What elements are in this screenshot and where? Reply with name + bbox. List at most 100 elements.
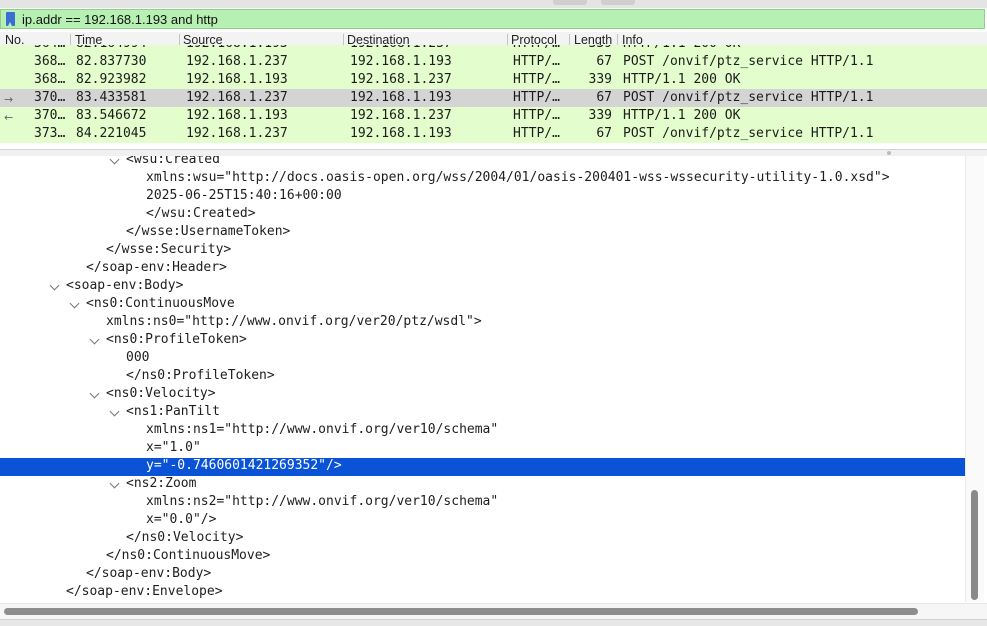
packet-source-cell: 192.168.1.237 — [186, 90, 288, 105]
detail-line-text: </ns0:ContinuousMove> — [106, 548, 271, 563]
packet-length-cell: 339 — [588, 72, 612, 87]
chevron-down-icon[interactable] — [89, 334, 100, 345]
packet-info-cell: POST /onvif/ptz_service HTTP/1.1 — [623, 90, 874, 105]
chevron-down-icon[interactable] — [49, 280, 60, 291]
packet-protocol-cell: HTTP/… — [513, 54, 560, 69]
packet-source-cell: 192.168.1.237 — [186, 126, 288, 141]
packet-length-cell: 67 — [596, 126, 612, 141]
detail-line[interactable]: </ns0:Velocity> — [0, 530, 965, 548]
packet-no-cell: 370… — [34, 108, 66, 123]
detail-line-text: </wsse:Security> — [106, 242, 232, 257]
packet-row[interactable]: 368… 82.837730 192.168.1.237 192.168.1.193 H… — [0, 53, 987, 71]
packet-length-cell: 339 — [588, 108, 612, 123]
packet-destination-cell: 192.168.1.237 — [350, 72, 452, 87]
packet-row[interactable]: 373… 84.221045 192.168.1.237 192.168.1.193 H… — [0, 125, 987, 143]
display-filter-bar[interactable]: ip.addr == 192.168.1.193 and http — [0, 9, 985, 29]
detail-line[interactable]: xmlns:wsu="http://docs.oasis-open.org/ws… — [0, 170, 965, 188]
detail-line-text: </wsse:UsernameToken> — [126, 224, 291, 239]
chevron-down-icon[interactable] — [109, 478, 120, 489]
detail-line-text: </ns0:ProfileToken> — [126, 368, 275, 383]
detail-line-text: </ns0:Velocity> — [126, 530, 244, 545]
chevron-down-icon[interactable] — [109, 406, 120, 417]
packet-time-cell: 82.837730 — [76, 54, 147, 69]
detail-line-text: <soap-env:Body> — [66, 278, 184, 293]
detail-line[interactable]: x="1.0" — [0, 440, 965, 458]
horizontal-scroll-thumb[interactable] — [4, 608, 918, 615]
detail-line[interactable]: </ns0:ContinuousMove> — [0, 548, 965, 566]
detail-line[interactable]: </ns0:ProfileToken> — [0, 368, 965, 386]
detail-line[interactable]: 2025-06-25T15:40:16+00:00 — [0, 188, 965, 206]
detail-line-text: xmlns:ns2="http://www.onvif.org/ver10/sc… — [146, 494, 499, 509]
detail-line[interactable]: <ns0:ProfileToken> — [0, 332, 965, 350]
detail-line[interactable]: xmlns:ns0="http://www.onvif.org/ver20/pt… — [0, 314, 965, 332]
detail-line-text: <ns0:ContinuousMove — [86, 296, 235, 311]
detail-line[interactable]: <wsu:Created — [0, 156, 965, 170]
packet-protocol-cell: HTTP/… — [513, 45, 560, 51]
detail-line-text: <ns1:PanTilt — [126, 404, 220, 419]
packet-info-cell: HTTP/1.1 200 OK — [623, 45, 740, 51]
detail-line-selected[interactable]: y="-0.7460601421269352"/> — [0, 458, 965, 476]
packet-no-cell: 373… — [34, 126, 66, 141]
detail-line-text: </soap-env:Body> — [86, 566, 212, 581]
toolbar-handle — [601, 0, 635, 5]
chevron-down-icon[interactable] — [109, 156, 120, 165]
detail-line-text: <wsu:Created — [126, 156, 220, 167]
detail-line-text: </wsu:Created> — [146, 206, 256, 221]
detail-line-text: xmlns:ns1="http://www.onvif.org/ver10/sc… — [146, 422, 499, 437]
packet-source-cell: 192.168.1.193 — [186, 108, 288, 123]
display-filter-input[interactable]: ip.addr == 192.168.1.193 and http — [22, 12, 218, 27]
detail-line-text: x="1.0" — [146, 440, 201, 455]
packet-row[interactable]: 370… 83.433581 192.168.1.237 192.168.1.193 H… — [0, 89, 987, 107]
packet-protocol-cell: HTTP/… — [513, 108, 560, 123]
packet-length-cell: 339 — [572, 45, 612, 51]
detail-line[interactable]: xmlns:ns2="http://www.onvif.org/ver10/sc… — [0, 494, 965, 512]
bookmark-icon[interactable] — [6, 12, 15, 26]
detail-line-text: 000 — [126, 350, 150, 365]
packet-details-tree[interactable]: <wsu:Created xmlns:wsu="http://docs.oasis… — [0, 156, 987, 604]
detail-line[interactable]: <ns2:Zoom — [0, 476, 965, 494]
toolbar-strip — [0, 0, 987, 8]
packet-row[interactable]: 368… 82.923982 192.168.1.193 192.168.1.237 H… — [0, 71, 987, 89]
packet-destination-cell: 192.168.1.193 — [350, 126, 452, 141]
packet-row[interactable]: 370… 83.546672 192.168.1.193 192.168.1.237 H… — [0, 107, 987, 125]
detail-line[interactable]: <soap-env:Body> — [0, 278, 965, 296]
detail-line-text: xmlns:ns0="http://www.onvif.org/ver20/pt… — [106, 314, 482, 329]
packet-source-cell: 192.168.1.237 — [186, 54, 288, 69]
packet-protocol-cell: HTTP/… — [513, 72, 560, 87]
packet-protocol-cell: HTTP/… — [513, 90, 560, 105]
packet-destination-cell: 192.168.1.193 — [350, 54, 452, 69]
details-vertical-scrollbar[interactable] — [965, 156, 984, 602]
detail-line[interactable]: </wsse:UsernameToken> — [0, 224, 965, 242]
detail-line-text: x="0.0"/> — [146, 512, 217, 527]
detail-line-text: <ns0:ProfileToken> — [106, 332, 247, 347]
toolbar-handle — [553, 0, 587, 5]
detail-line[interactable]: 000 — [0, 350, 965, 368]
packet-destination-cell: 192.168.1.237 — [350, 45, 452, 51]
detail-line-text: 2025-06-25T15:40:16+00:00 — [146, 188, 342, 203]
detail-line[interactable]: xmlns:ns1="http://www.onvif.org/ver10/sc… — [0, 422, 965, 440]
packet-protocol-cell: HTTP/… — [513, 126, 560, 141]
packet-list[interactable]: No. Time Source Destination Protocol Len… — [0, 32, 987, 148]
detail-line-text: y="-0.7460601421269352"/> — [146, 458, 342, 473]
detail-line[interactable]: </soap-env:Header> — [0, 260, 965, 278]
detail-line[interactable]: <ns0:ContinuousMove — [0, 296, 965, 314]
chevron-down-icon[interactable] — [69, 298, 80, 309]
vertical-scroll-thumb[interactable] — [971, 490, 978, 600]
packet-row[interactable]: 364… 82.164994 192.168.1.193 192.168.1.237 H… — [0, 45, 987, 53]
detail-line[interactable]: x="0.0"/> — [0, 512, 965, 530]
detail-line[interactable]: <ns0:Velocity> — [0, 386, 965, 404]
packet-length-cell: 67 — [596, 90, 612, 105]
packet-no-cell: 364… — [34, 45, 65, 51]
packet-time-cell: 82.164994 — [76, 45, 146, 51]
detail-line-text: xmlns:wsu="http://docs.oasis-open.org/ws… — [146, 170, 890, 185]
detail-line[interactable]: </wsse:Security> — [0, 242, 965, 260]
detail-line[interactable]: </soap-env:Body> — [0, 566, 965, 584]
detail-line[interactable]: <ns1:PanTilt — [0, 404, 965, 422]
chevron-down-icon[interactable] — [89, 388, 100, 399]
detail-line[interactable]: </soap-env:Envelope> — [0, 584, 965, 602]
detail-line-text: <ns2:Zoom — [126, 476, 197, 491]
packet-info-cell: POST /onvif/ptz_service HTTP/1.1 — [623, 126, 874, 141]
detail-line[interactable]: </wsu:Created> — [0, 206, 965, 224]
arrow-right-icon: → — [4, 93, 14, 106]
details-horizontal-scrollbar[interactable] — [0, 603, 987, 619]
